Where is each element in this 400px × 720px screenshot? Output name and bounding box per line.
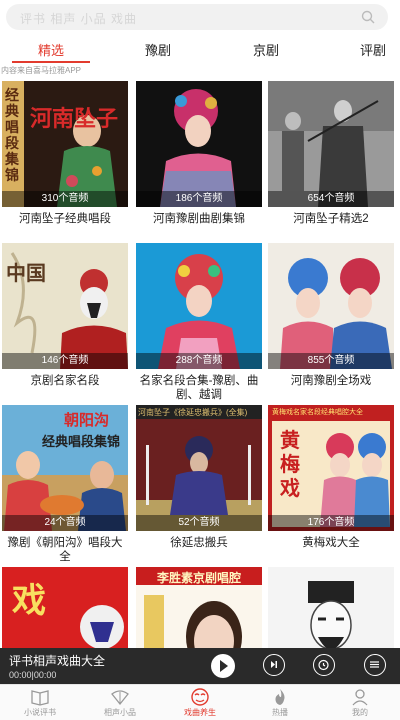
- audio-count: 52个音频: [136, 515, 262, 531]
- opera-mask-icon: [191, 688, 209, 706]
- nav-item-hot[interactable]: 热播: [240, 685, 320, 720]
- cover-title-text: 河南坠子: [30, 106, 119, 131]
- mini-player[interactable]: 评书相声戏曲大全 00:00|00:00: [0, 648, 400, 684]
- cover-title-text: 河南坠子《徐延忠搬兵》(全集): [138, 408, 248, 417]
- play-icon[interactable]: [211, 654, 235, 678]
- cover-title-text: 朝阳沟: [64, 412, 110, 429]
- cover-side-text: 经典唱段集锦: [5, 87, 19, 183]
- album-title: 名家名段合集-豫剧、曲剧、越调: [139, 375, 259, 401]
- album-cover: 河南坠子 经典唱段集锦 310个音频: [2, 81, 128, 207]
- cover-title-text: 李胜素京剧唱腔: [156, 571, 241, 585]
- timer-icon[interactable]: [313, 654, 335, 676]
- album-title: 河南坠子经典唱段: [19, 213, 111, 225]
- nav-item-crosstalk[interactable]: 相声小品: [80, 685, 160, 720]
- nav-item-opera[interactable]: 戏曲养生: [160, 685, 240, 720]
- next-track-icon[interactable]: [263, 654, 285, 676]
- playlist-icon[interactable]: [364, 654, 386, 676]
- album-title: 河南豫剧全场戏: [290, 375, 372, 387]
- cover-side-text: 黄梅戏名家名段经典唱腔大全: [272, 409, 363, 416]
- book-icon: [31, 690, 49, 706]
- album-cover: 李胜素京剧唱腔: [136, 567, 262, 648]
- album-cover: 855个音频: [268, 243, 394, 369]
- album-cover: 288个音频: [136, 243, 262, 369]
- album-cover: 戏: [2, 567, 128, 648]
- nav-item-novels[interactable]: 小说评书: [0, 685, 80, 720]
- fan-icon: [111, 690, 129, 706]
- cover-title-text: 中国: [6, 263, 46, 285]
- nav-item-profile[interactable]: 我的: [320, 685, 400, 720]
- player-time: 00:00|00:00: [9, 670, 57, 680]
- nav-label: 我的: [352, 708, 368, 717]
- tab-jingxuan[interactable]: 精选: [38, 40, 64, 59]
- album-cover: 654个音频: [268, 81, 394, 207]
- album-title: 黄梅戏大全: [302, 537, 360, 549]
- nav-label: 相声小品: [104, 708, 136, 717]
- audio-count: 855个音频: [268, 353, 394, 369]
- search-placeholder: 评书 相声 小品 戏曲: [20, 12, 138, 26]
- user-icon: [352, 689, 368, 706]
- audio-count: 310个音频: [2, 191, 128, 207]
- audio-count: 288个音频: [136, 353, 262, 369]
- audio-count: 24个音频: [2, 515, 128, 531]
- audio-count: 176个音频: [268, 515, 394, 531]
- cover-side-text: 经典唱段集锦: [42, 434, 121, 449]
- flame-icon: [275, 689, 285, 705]
- search-input[interactable]: 评书 相声 小品 戏曲: [6, 4, 388, 30]
- album-grid: 河南坠子 经典唱段集锦 310个音频 河南坠子经典唱段 186个音频 河南豫剧曲…: [0, 81, 400, 648]
- search-icon[interactable]: [360, 9, 376, 25]
- album-cover: [268, 567, 394, 648]
- nav-label: 戏曲养生: [184, 708, 216, 717]
- content-source-notice: 内容来自喜马拉雅APP: [1, 66, 82, 75]
- nav-label: 热播: [272, 708, 288, 717]
- album-cover: 河南坠子《徐延忠搬兵》(全集) 52个音频: [136, 405, 262, 531]
- album-cover: 186个音频: [136, 81, 262, 207]
- album-cover: 黄梅戏名家名段经典唱腔大全 黄梅戏 176个音频: [268, 405, 394, 531]
- tab-pingju[interactable]: 评剧: [360, 40, 386, 59]
- cover-title-text: 黄梅戏: [280, 430, 300, 500]
- album-title: 河南坠子精选2: [293, 213, 369, 225]
- album-title: 河南豫剧曲剧集锦: [153, 213, 245, 225]
- album-cover: 朝阳沟 经典唱段集锦 24个音频: [2, 405, 128, 531]
- tab-yuju[interactable]: 豫剧: [145, 40, 171, 59]
- cover-title-text: 戏: [12, 582, 46, 620]
- tab-active-indicator: [12, 61, 90, 63]
- nav-label: 小说评书: [24, 708, 56, 717]
- album-title: 徐延忠搬兵: [170, 537, 228, 549]
- player-track-title: 评书相声戏曲大全: [9, 654, 106, 668]
- audio-count: 146个音频: [2, 353, 128, 369]
- audio-count: 654个音频: [268, 191, 394, 207]
- category-tabs: 精选 豫剧 京剧 评剧: [0, 34, 400, 64]
- album-cover: 中国 146个音频: [2, 243, 128, 369]
- audio-count: 186个音频: [136, 191, 262, 207]
- album-title: 京剧名家名段: [30, 375, 100, 387]
- album-title: 豫剧《朝阳沟》唱段大全: [7, 537, 123, 563]
- tab-jingju[interactable]: 京剧: [253, 40, 279, 59]
- bottom-nav: 小说评书 相声小品 戏曲养生 热播 我的: [0, 684, 400, 720]
